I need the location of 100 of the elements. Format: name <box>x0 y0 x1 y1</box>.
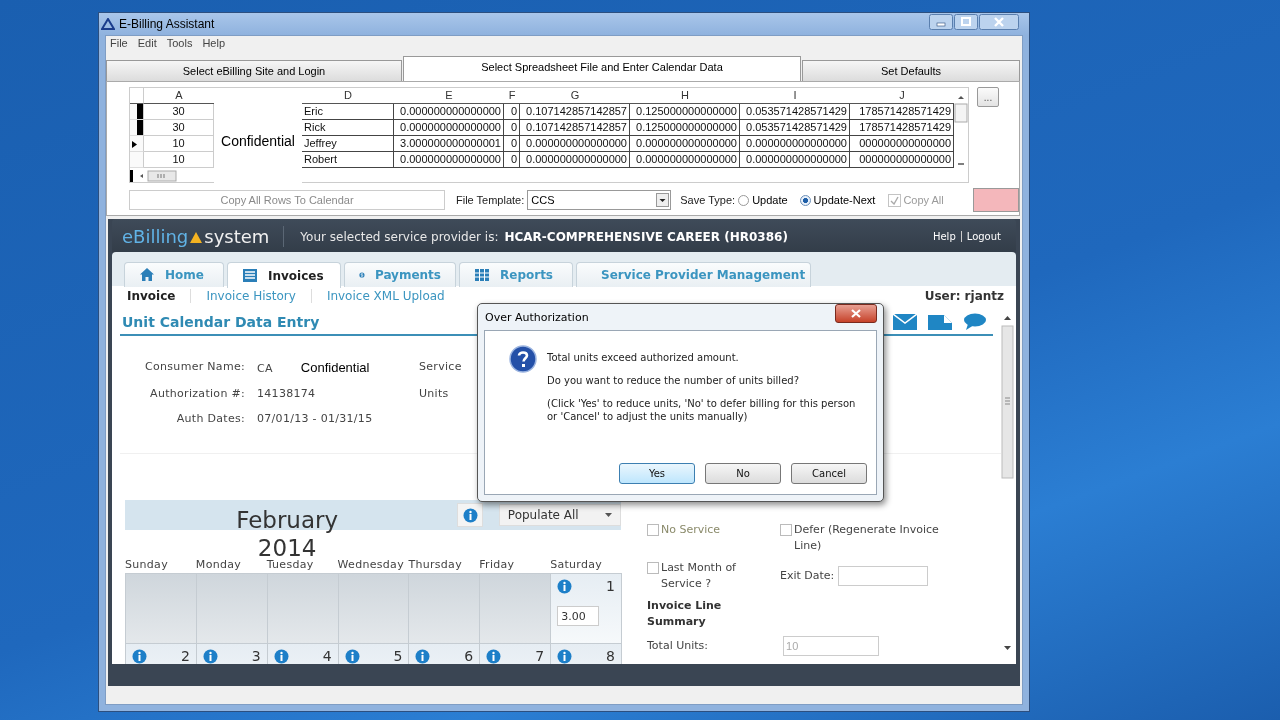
day-number: 6 <box>464 648 474 664</box>
tab[interactable]: Select Spreadsheet File and Enter Calendar Data <box>403 56 801 81</box>
table-cell: Rick <box>302 120 394 136</box>
info-icon[interactable] <box>344 648 360 664</box>
table-cell: 0.000000000000000 <box>394 104 504 120</box>
close-button[interactable] <box>835 304 877 323</box>
triangle-logo-icon <box>190 232 203 243</box>
weekday-label: Monday <box>195 558 243 573</box>
field-label: File Template: <box>456 194 525 206</box>
menu-item[interactable]: Tools <box>166 37 193 54</box>
day-number: 3 <box>251 648 261 664</box>
table-cell: 30 <box>144 120 214 136</box>
field-label: Authorization #: <box>149 387 245 400</box>
speech-bubble-icon[interactable] <box>963 313 987 331</box>
info-icon[interactable] <box>273 648 289 664</box>
info-icon[interactable] <box>557 648 573 664</box>
column-header: F <box>504 88 520 104</box>
table-cell: 0.125000000000000 <box>630 104 740 120</box>
table-cell: 0.000000000000000 <box>630 136 740 152</box>
field-label: Total Units: <box>647 638 708 654</box>
table-cell: 000000000000000 <box>850 136 954 152</box>
subnav-link[interactable]: Invoice XML Upload <box>310 289 460 303</box>
date-field[interactable] <box>838 566 929 586</box>
checkbox[interactable] <box>647 524 659 536</box>
info-icon[interactable] <box>202 648 218 664</box>
month-title: February <box>236 507 339 535</box>
radio-option[interactable]: Update-Next <box>799 194 876 206</box>
radio-button[interactable] <box>799 194 811 206</box>
units-field[interactable]: 3.00 <box>557 606 600 626</box>
radio-option[interactable]: Update <box>738 194 788 206</box>
tab[interactable]: Select eBilling Site and Login <box>106 60 402 81</box>
day-number: 4 <box>322 648 332 664</box>
info-icon[interactable] <box>486 648 502 664</box>
document-icon <box>242 267 258 284</box>
row-selector[interactable] <box>130 120 144 136</box>
day-number: 2 <box>180 648 190 664</box>
weekday-label: Wednesday <box>337 558 405 573</box>
nav-tab[interactable]: Invoices <box>227 262 341 288</box>
file-template-dropdown[interactable]: CCS <box>527 190 672 210</box>
checkbox[interactable] <box>780 524 792 536</box>
dialog-button[interactable]: No <box>705 463 781 484</box>
header-link[interactable]: Logout <box>960 231 1006 242</box>
close-icon <box>851 309 861 318</box>
dialog-button[interactable]: Yes <box>619 463 695 484</box>
close-icon[interactable] <box>979 14 1019 30</box>
field-value: 14138174 <box>257 387 316 400</box>
menu-item[interactable]: Help <box>202 37 225 54</box>
header-link[interactable]: Help <box>927 231 961 242</box>
redaction-label: Confidential <box>221 133 295 149</box>
radio-button[interactable] <box>738 194 750 206</box>
user-label: User: rjantz <box>924 289 1004 303</box>
table-cell: 0.000000000000000 <box>394 120 504 136</box>
table-cell: 3.000000000000001 <box>394 136 504 152</box>
row-selector[interactable] <box>130 136 144 152</box>
day-number: 8 <box>606 648 615 664</box>
question-icon <box>509 345 537 373</box>
column-header: E <box>394 88 504 104</box>
tab[interactable]: Set Defaults <box>802 60 1020 81</box>
field-label: Auth Dates: <box>175 412 245 425</box>
table-cell: 0.000000000000000 <box>740 152 850 168</box>
table-cell: 0 <box>504 120 520 136</box>
info-icon[interactable] <box>557 578 573 594</box>
dialog-button[interactable]: Cancel <box>791 463 867 484</box>
menu-item[interactable]: File <box>110 37 128 54</box>
day-number: 1 <box>606 578 615 594</box>
window-title: E-Billing Assistant <box>119 17 216 31</box>
checkbox-label: Defer (Regenerate Invoice Line) <box>794 522 940 554</box>
menu-item[interactable]: Edit <box>137 37 157 54</box>
more-button[interactable]: ... <box>977 87 999 107</box>
checkbox[interactable] <box>647 562 659 574</box>
minimize-icon[interactable] <box>929 14 953 30</box>
info-button[interactable] <box>457 503 483 527</box>
table-cell: 0.000000000000000 <box>740 136 850 152</box>
populate-dropdown[interactable]: Populate All <box>498 504 621 526</box>
info-icon[interactable] <box>415 648 431 664</box>
dialog-message: (Click 'Yes' to reduce units, 'No' to defer billing for this person or 'Cancel' to adjust the units manually) <box>547 397 857 423</box>
weekday-label: Thursday <box>408 558 463 573</box>
column-header: H <box>630 88 740 104</box>
checkbox-label: No Service <box>661 522 721 538</box>
document-icon[interactable] <box>927 313 953 331</box>
envelope-icon[interactable] <box>893 314 917 330</box>
table-cell: 10 <box>144 136 214 152</box>
day-number: 5 <box>393 648 403 664</box>
table-cell: Robert <box>302 152 394 168</box>
column-header: D <box>302 88 394 104</box>
subnav-link[interactable]: Invoice History <box>190 289 311 303</box>
table-cell: 0.107142857142857 <box>520 120 630 136</box>
color-swatch[interactable] <box>972 188 1019 212</box>
home-icon <box>139 267 155 283</box>
row-selector[interactable] <box>130 104 144 120</box>
current-row-icon <box>132 141 137 148</box>
day-number: 7 <box>535 648 545 664</box>
column-header: G <box>520 88 630 104</box>
table-icon <box>474 267 490 283</box>
maximize-icon[interactable] <box>954 14 978 30</box>
triangle-logo-icon <box>101 18 115 30</box>
info-icon[interactable] <box>132 648 147 664</box>
subnav-link[interactable]: Invoice <box>117 289 191 303</box>
table-cell: 0.107142857142857 <box>520 104 630 120</box>
table-cell: 0 <box>504 104 520 120</box>
